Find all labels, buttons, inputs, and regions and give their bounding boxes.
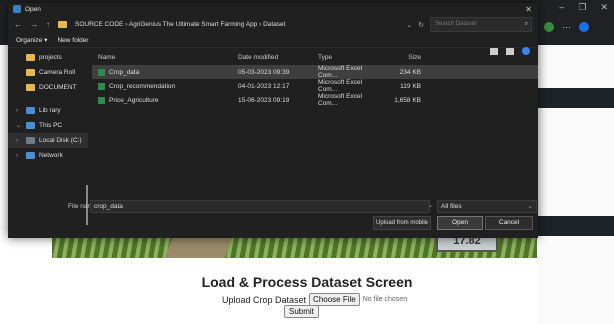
- column-size[interactable]: Size: [373, 54, 425, 61]
- nav-item-document[interactable]: DOCUMENT: [8, 80, 88, 95]
- up-icon[interactable]: ↑: [46, 20, 50, 29]
- column-type[interactable]: Type: [318, 54, 373, 61]
- folder-icon: [26, 54, 35, 61]
- refresh-icon[interactable]: ↻: [418, 21, 424, 29]
- address-bar[interactable]: SOURCE CODE › AgriGenius The Ultimate Sm…: [75, 21, 285, 28]
- filter-value: All files: [441, 203, 462, 210]
- nav-item-label: Network: [39, 152, 63, 159]
- excel-file-icon: [98, 96, 105, 104]
- file-list: Name Date modified Type Size Crop_data 0…: [92, 50, 538, 195]
- restore-icon[interactable]: ❐: [578, 2, 586, 13]
- file-type-filter[interactable]: All files ⌄: [437, 200, 537, 213]
- nav-item-network[interactable]: › Network: [8, 148, 88, 163]
- chevron-down-icon: ⌄: [527, 203, 533, 210]
- nav-item-label: Local Disk (C:): [39, 137, 82, 144]
- column-date[interactable]: Date modified: [238, 54, 318, 61]
- chevron-down-icon[interactable]: ⌄: [406, 21, 412, 29]
- excel-file-icon: [98, 68, 105, 76]
- submit-button[interactable]: Submit: [284, 305, 319, 318]
- folder-icon: [26, 69, 35, 76]
- dialog-footer: File name: crop_data ⌄ All files ⌄ Uploa…: [8, 199, 538, 238]
- file-date: 04-01-2023 12:17: [238, 82, 290, 90]
- app-icon: [13, 5, 21, 13]
- folder-icon: [26, 84, 35, 91]
- nav-item-label: Camera Roll: [39, 69, 76, 76]
- search-placeholder: Search Dataset: [435, 21, 477, 27]
- chevron-down-icon[interactable]: ⌄: [428, 202, 433, 209]
- file-type: Microsoft Excel Com...: [318, 79, 363, 93]
- forward-icon[interactable]: →: [30, 20, 38, 29]
- column-name[interactable]: Name: [92, 54, 238, 61]
- address-actions: ⌄ ↻ Search Dataset ⌕: [406, 17, 532, 32]
- search-input[interactable]: Search Dataset ⌕: [430, 17, 532, 32]
- new-folder-button[interactable]: New folder: [57, 37, 88, 44]
- chevron-right-icon[interactable]: ›: [16, 108, 22, 114]
- drive-icon: [26, 137, 35, 144]
- search-icon: ⌕: [524, 21, 528, 27]
- nav-item-label: DOCUMENT: [39, 84, 77, 91]
- folder-icon: [58, 20, 67, 28]
- file-type: Microsoft Excel Com...: [318, 93, 363, 107]
- back-icon[interactable]: ←: [14, 20, 22, 29]
- filename-input[interactable]: crop_data: [90, 200, 430, 213]
- file-type: Microsoft Excel Com...: [318, 65, 363, 79]
- file-name: Crop_recommendation: [109, 82, 176, 90]
- excel-file-icon: [98, 82, 105, 90]
- file-name: Crop_data: [109, 68, 140, 76]
- page-title: Load & Process Dataset Screen: [201, 274, 413, 290]
- file-date: 05-03-2023 09:39: [238, 68, 290, 76]
- nav-item-camera-roll[interactable]: Camera Roll: [8, 65, 88, 80]
- file-row[interactable]: Price_Agriculture 15-06-2023 09:19 Micro…: [92, 93, 538, 107]
- network-icon: [26, 152, 35, 159]
- navigation-pane: projects Camera Roll DOCUMENT › Lib rary…: [8, 50, 88, 225]
- library-icon: [26, 107, 35, 114]
- close-icon[interactable]: ✕: [600, 2, 608, 13]
- file-row[interactable]: Crop_recommendation 04-01-2023 12:17 Mic…: [92, 79, 538, 93]
- organize-button[interactable]: Organize ▾: [16, 36, 47, 44]
- page-nav-band: [537, 88, 614, 108]
- nav-item-library[interactable]: › Lib rary: [8, 103, 88, 118]
- nav-item-this-pc[interactable]: ⌄ This PC: [8, 118, 88, 133]
- nav-item-projects[interactable]: projects: [8, 50, 88, 65]
- nav-item-local-disk[interactable]: › Local Disk (C:): [8, 133, 88, 148]
- extension-icon[interactable]: [544, 22, 555, 32]
- file-name: Price_Agriculture: [109, 96, 159, 104]
- command-bar: Organize ▾ New folder: [8, 33, 538, 48]
- minimize-icon[interactable]: –: [559, 2, 564, 13]
- profile-icon[interactable]: [579, 22, 590, 32]
- file-row[interactable]: Crop_data 05-03-2023 09:39 Microsoft Exc…: [92, 65, 538, 79]
- nav-item-label: projects: [39, 54, 62, 61]
- no-file-text: No file chosen: [362, 296, 408, 303]
- nav-item-label: Lib rary: [39, 107, 61, 114]
- more-icon[interactable]: ⋯: [562, 22, 571, 33]
- file-date: 15-06-2023 09:19: [238, 96, 290, 104]
- chevron-down-icon[interactable]: ⌄: [16, 122, 22, 129]
- chevron-right-icon[interactable]: ›: [16, 153, 22, 159]
- upload-from-mobile-button[interactable]: Upload from mobile: [373, 216, 431, 230]
- file-size: 234 KB: [399, 68, 421, 76]
- page-nav-band-lower: [537, 216, 614, 236]
- column-headers: Name Date modified Type Size: [92, 50, 538, 65]
- file-size: 1,658 KB: [394, 96, 421, 104]
- file-size: 119 KB: [400, 82, 421, 90]
- upload-label: Upload Crop Dataset: [222, 294, 307, 305]
- dialog-titlebar: Open ✕: [8, 3, 538, 15]
- window-controls: – ❐ ✕: [559, 2, 608, 13]
- pc-icon: [26, 122, 35, 129]
- chevron-right-icon[interactable]: ›: [16, 138, 22, 144]
- dialog-title: Open: [25, 5, 41, 13]
- open-file-dialog: Open ✕ ← → ↑ SOURCE CODE › AgriGenius Th…: [8, 3, 538, 238]
- cancel-button[interactable]: Cancel: [485, 216, 533, 230]
- close-icon[interactable]: ✕: [525, 5, 532, 14]
- open-button[interactable]: Open: [437, 216, 483, 230]
- nav-item-label: This PC: [39, 122, 63, 129]
